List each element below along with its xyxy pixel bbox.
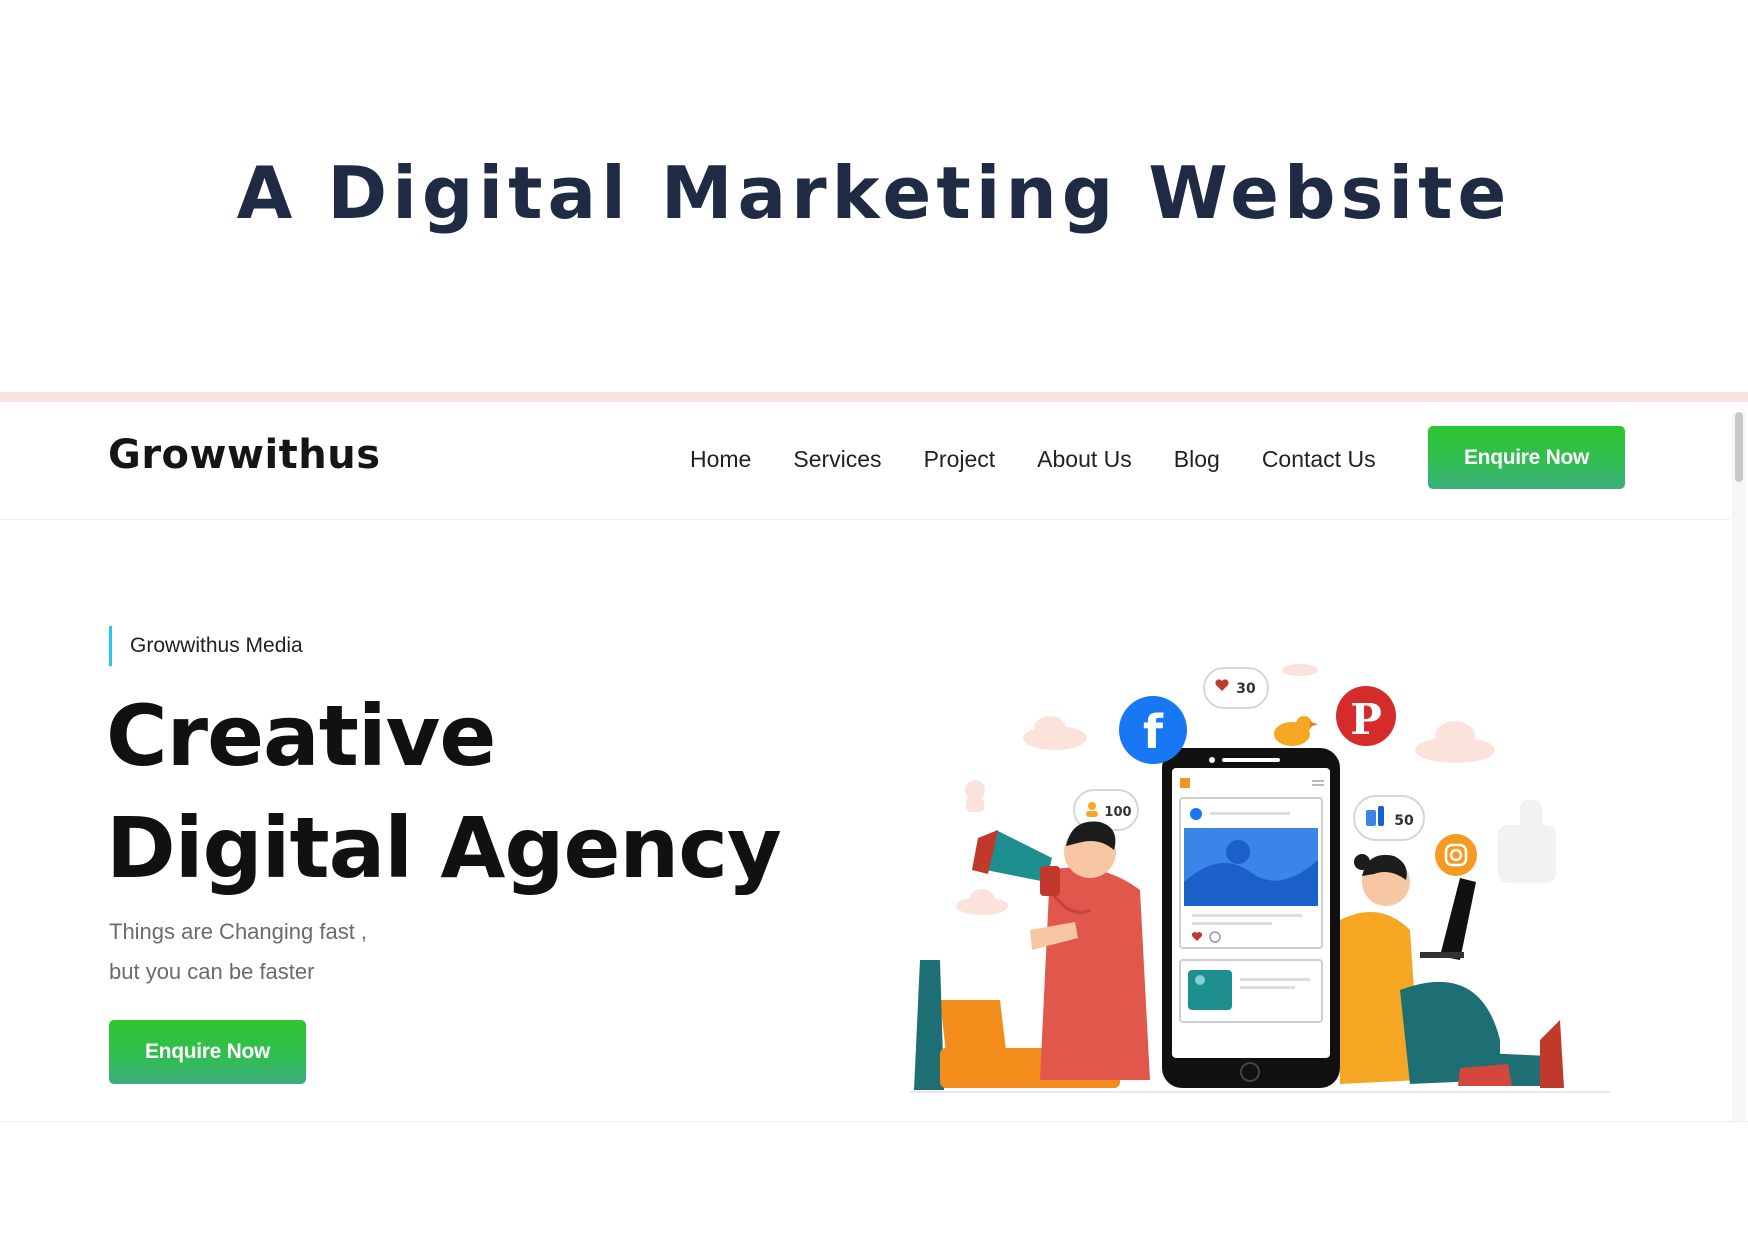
page-heading: A Digital Marketing Website <box>236 151 1512 235</box>
hero-title-line2: Digital Agency <box>106 799 782 897</box>
thumbs-bubble: 50 <box>1353 795 1425 841</box>
likes-count: 30 <box>1236 681 1256 697</box>
hero-subtitle-line1: Things are Changing fast , <box>109 919 368 944</box>
hero-illustration: f P 30 100 50 <box>910 664 1610 1093</box>
thumbs-up-outline-icon <box>1498 800 1556 883</box>
laptop-icon <box>1420 878 1476 960</box>
instagram-icon <box>1435 834 1477 876</box>
nav-links: Home Services Project About Us Blog Cont… <box>690 446 1376 473</box>
svg-text:P: P <box>1350 695 1382 744</box>
hero-tagline: Growwithus Media <box>109 626 303 666</box>
pinterest-icon: P <box>1336 686 1396 746</box>
website-screenshot: Growwithus Home Services Project About U… <box>0 392 1748 1122</box>
nav-link-services[interactable]: Services <box>793 446 881 473</box>
thumbs-count: 50 <box>1394 813 1414 829</box>
hero-title: Creative Digital Agency <box>106 680 782 904</box>
nav-link-about-us[interactable]: About Us <box>1037 446 1132 473</box>
nav-link-project[interactable]: Project <box>924 446 996 473</box>
followers-count: 100 <box>1104 805 1131 820</box>
nav-enquire-button[interactable]: Enquire Now <box>1428 426 1625 489</box>
likes-bubble: 30 <box>1203 667 1269 709</box>
bird-icon <box>1274 716 1318 746</box>
hero-title-line1: Creative <box>106 687 496 785</box>
nav-link-contact-us[interactable]: Contact Us <box>1262 446 1376 473</box>
smartphone-icon <box>1162 748 1340 1088</box>
scrollbar[interactable] <box>1732 412 1746 1121</box>
hero-subtitle-line2: but you can be faster <box>109 959 315 984</box>
nav-link-home[interactable]: Home <box>690 446 751 473</box>
nav-link-blog[interactable]: Blog <box>1174 446 1220 473</box>
hero-enquire-button[interactable]: Enquire Now <box>109 1020 306 1084</box>
facebook-icon: f <box>1119 696 1187 764</box>
svg-text:f: f <box>1143 705 1164 759</box>
scrollbar-thumb[interactable] <box>1735 412 1743 482</box>
megaphone-icon <box>972 830 1060 896</box>
brand-logo[interactable]: Growwithus <box>108 432 381 478</box>
woman-figure <box>1340 854 1564 1088</box>
hero-subtitle: Things are Changing fast , but you can b… <box>109 912 367 992</box>
navbar: Growwithus Home Services Project About U… <box>0 402 1730 520</box>
